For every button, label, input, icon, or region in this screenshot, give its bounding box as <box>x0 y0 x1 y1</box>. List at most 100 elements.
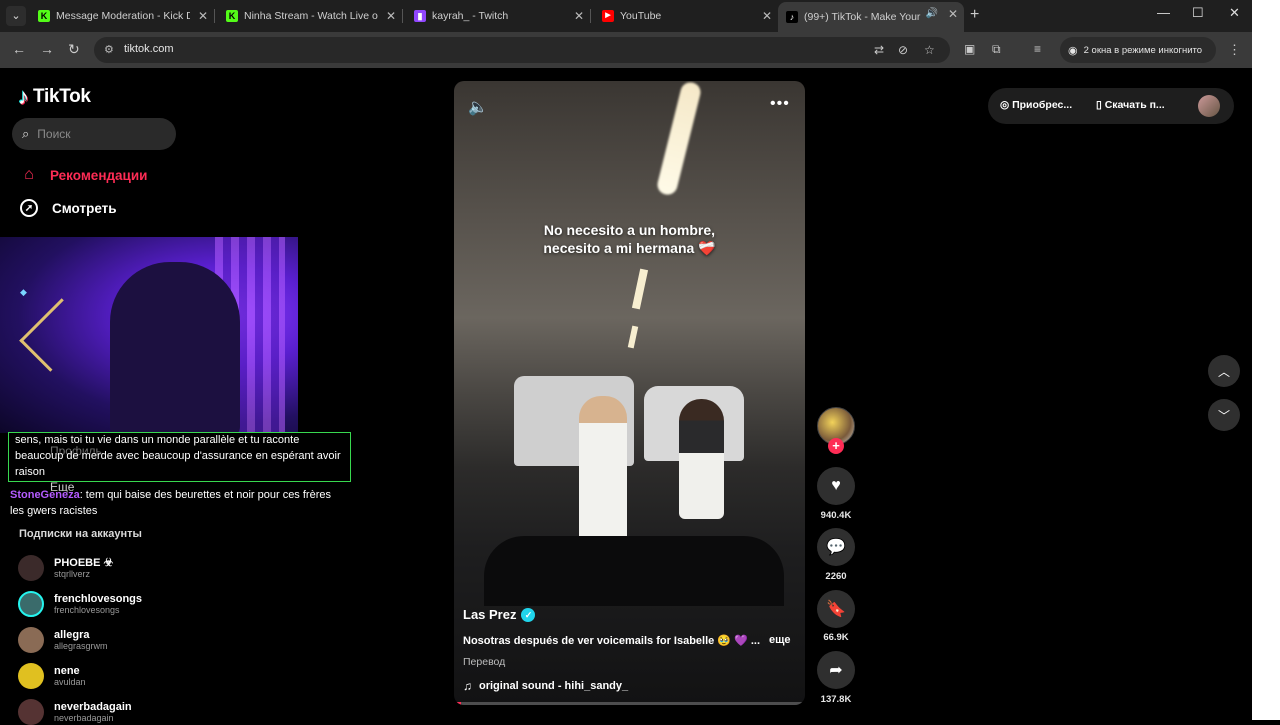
more-options-icon[interactable]: ••• <box>770 95 790 113</box>
following-account[interactable]: nene avuldan <box>18 663 86 689</box>
save-button[interactable]: 🔖 <box>817 590 855 628</box>
video-progress-bar[interactable] <box>454 702 805 705</box>
share-button[interactable]: ➦ <box>817 651 855 689</box>
minimize-button[interactable]: — <box>1157 5 1170 20</box>
bookmark-icon: 🔖 <box>826 601 846 618</box>
avatar <box>18 591 44 617</box>
chat-message: StoneGeneza: tem qui baise des beurettes… <box>10 487 331 503</box>
translate-icon[interactable]: ⇄ <box>874 43 884 57</box>
search-input[interactable]: ⌕ Поиск <box>12 118 176 150</box>
volume-icon[interactable]: 🔈 <box>468 97 488 117</box>
puzzle-icon[interactable]: ⧉ <box>992 42 1001 57</box>
tab-twitch[interactable]: ▮ kayrah_ - Twitch ✕ <box>406 4 590 28</box>
tiktok-icon: ♪ <box>786 11 798 23</box>
save-count: 66.9K <box>823 632 849 643</box>
get-coins-button[interactable]: ◎ Приобрес... <box>1000 99 1072 111</box>
close-icon[interactable]: ✕ <box>762 9 772 23</box>
previous-video-button[interactable]: ︿ <box>1208 355 1240 387</box>
tab-kick-ninha[interactable]: K Ninha Stream - Watch Live on K ✕ <box>218 4 402 28</box>
following-header: Подписки на аккаунты <box>19 528 142 540</box>
chat-message-line: beaucoup de merde avec beaucoup d'assura… <box>15 450 341 462</box>
site-info-icon[interactable]: ⚙ <box>104 43 114 56</box>
close-icon[interactable]: ✕ <box>574 9 584 23</box>
video-author[interactable]: Las Prez ✓ <box>463 607 536 622</box>
screen-edge <box>1252 68 1280 720</box>
tiktok-logo[interactable]: ♪ TikTok <box>18 84 91 110</box>
close-icon[interactable]: ✕ <box>386 9 396 23</box>
back-button[interactable]: ← <box>12 41 26 57</box>
reload-button[interactable]: ↻ <box>68 41 80 58</box>
streamer-silhouette <box>110 262 240 433</box>
reading-list-icon[interactable]: ≡ <box>1034 42 1041 56</box>
close-window-button[interactable]: ✕ <box>1229 5 1240 21</box>
speaker-icon[interactable]: 🔊 <box>926 8 938 19</box>
address-bar[interactable]: ⚙ tiktok.com ⇄ ⊘ ☆ <box>94 37 950 63</box>
bookmark-star-icon[interactable]: ☆ <box>924 43 935 57</box>
browser-menu-icon[interactable]: ⋮ <box>1228 42 1241 58</box>
chat-message-line: sens, mais toi tu vie dans un monde para… <box>15 434 300 446</box>
follow-button[interactable]: + <box>828 438 844 454</box>
browser-toolbar: ← → ↻ ⚙ tiktok.com ⇄ ⊘ ☆ ▣ ⧉ ≡ ◉ 2 окна … <box>0 32 1280 68</box>
chevron-left-icon <box>19 298 93 372</box>
chat-message-line: raison <box>15 466 45 478</box>
kick-icon: K <box>226 10 238 22</box>
share-count: 137.8K <box>820 694 852 705</box>
profile-avatar[interactable] <box>1198 95 1220 117</box>
maximize-button[interactable]: ☐ <box>1192 5 1204 21</box>
following-account[interactable]: allegra allegrasgrwm <box>18 627 108 653</box>
music-note-icon: ♫ <box>463 679 472 693</box>
tab-kick-moderation[interactable]: K Message Moderation - Kick Da ✕ <box>30 4 214 28</box>
avatar <box>18 555 44 581</box>
forward-button[interactable]: → <box>40 41 54 57</box>
following-account[interactable]: neverbadagain neverbadagain <box>18 699 132 725</box>
video-caption-line: No necesito a un hombre, <box>543 222 716 238</box>
following-account[interactable]: frenchlovesongs frenchlovesongs <box>18 591 142 617</box>
compass-icon: ➚ <box>20 199 38 217</box>
screen-edge <box>1252 0 1280 68</box>
chevron-up-icon: ︿ <box>1217 364 1230 379</box>
extension-icon[interactable]: ▣ <box>964 42 975 56</box>
avatar <box>18 627 44 653</box>
tab-search-button[interactable]: ⌄ <box>6 6 26 26</box>
heart-icon: ♥ <box>831 477 841 494</box>
eye-off-icon[interactable]: ⊘ <box>898 43 908 57</box>
youtube-icon: ▶ <box>602 10 614 22</box>
like-button[interactable]: ♥ <box>817 467 855 505</box>
close-icon[interactable]: ✕ <box>198 9 208 23</box>
tab-tiktok[interactable]: ♪ (99+) TikTok - Make Your Da 🔊 ✕ <box>778 2 964 32</box>
video-caption-line: necesito a mi hermana ❤️‍🩹 <box>543 240 716 256</box>
incognito-badge[interactable]: ◉ 2 окна в режиме инкогнито <box>1060 37 1216 63</box>
following-account[interactable]: PHOEBE ☣ stqrllverz <box>18 555 113 581</box>
nav-explore[interactable]: ➚ Смотреть <box>18 199 117 217</box>
kick-icon: K <box>38 10 50 22</box>
close-icon[interactable]: ✕ <box>948 7 958 21</box>
nav-for-you[interactable]: ⌂ Рекомендации <box>18 164 147 186</box>
download-app-button[interactable]: ▯ Скачать п... <box>1096 99 1165 111</box>
avatar <box>18 699 44 725</box>
comment-icon: 💬 <box>826 539 846 556</box>
share-icon: ➦ <box>829 662 843 679</box>
chat-message-line: les gwers racistes <box>10 505 98 517</box>
video-description: Nosotras después de ver voicemails for I… <box>463 635 761 647</box>
like-count: 940.4K <box>820 510 852 521</box>
comment-count: 2260 <box>825 571 847 582</box>
comment-button[interactable]: 💬 <box>817 528 855 566</box>
next-video-button[interactable]: ﹀ <box>1208 399 1240 431</box>
person <box>579 396 627 546</box>
sound-link[interactable]: ♫ original sound - hihi_sandy_ <box>463 679 628 693</box>
incognito-icon: ◉ <box>1068 44 1078 57</box>
chevron-down-icon: ﹀ <box>1217 408 1230 423</box>
more-link[interactable]: еще <box>769 634 791 646</box>
twitch-icon: ▮ <box>414 10 426 22</box>
chat-username: StoneGeneza <box>10 489 80 501</box>
avatar <box>18 663 44 689</box>
home-icon: ⌂ <box>24 166 34 183</box>
neon-sign: ◆ <box>20 287 27 297</box>
video-player[interactable]: 🔈 ••• No necesito a un hombre, necesito … <box>454 81 805 705</box>
new-tab-button[interactable]: + <box>970 6 979 24</box>
webcam-overlay: ◆ <box>0 237 298 433</box>
translate-link[interactable]: Перевод <box>463 656 505 668</box>
tab-youtube[interactable]: ▶ YouTube ✕ <box>594 4 778 28</box>
tiktok-note-icon: ♪ <box>18 84 29 109</box>
browser-tabbar: ⌄ K Message Moderation - Kick Da ✕ K Nin… <box>0 0 1280 32</box>
